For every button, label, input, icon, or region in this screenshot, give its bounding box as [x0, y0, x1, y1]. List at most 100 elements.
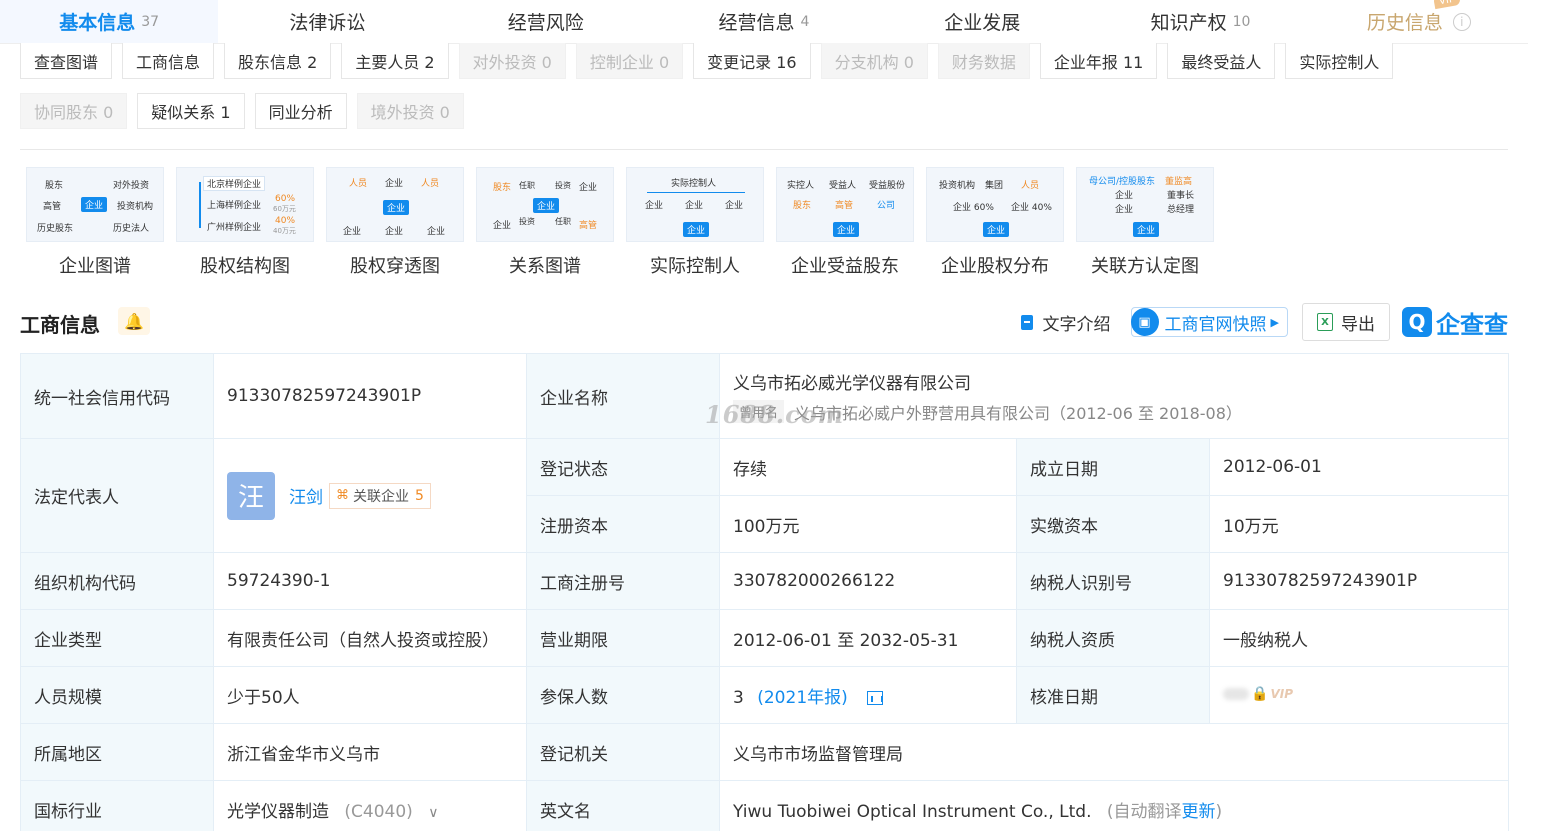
graph-card-controller[interactable]: 实际控制人 企业 企业 企业 企业 实际控制人 — [620, 167, 770, 278]
graph-card-relations[interactable]: 股东 任职 投资 企业 企业 投资 任职 企业 高管 关系图谱 — [470, 167, 620, 278]
text-intro-button[interactable]: 文字介绍 — [1020, 310, 1111, 335]
thumb-text: 投资机构 — [117, 202, 154, 212]
tab-basic-info[interactable]: 基本信息 37 — [0, 0, 219, 43]
info-icon[interactable]: i — [1452, 12, 1471, 31]
industry-value: 光学仪器制造 — [227, 801, 329, 822]
paid-capital-value: 10万元 — [1208, 495, 1510, 553]
graph-label: 股权穿透图 — [350, 256, 440, 277]
thumb-text: 企业 — [81, 197, 108, 212]
company-type-label: 企业类型 — [20, 609, 214, 667]
graph-label: 股权结构图 — [200, 256, 290, 277]
company-type-value: 有限责任公司（自然人投资或控股） — [213, 609, 527, 667]
tab-label: 经营风险 — [507, 12, 584, 34]
thumb-text: 股东 — [493, 183, 512, 193]
graph-label: 关联方认定图 — [1091, 256, 1199, 277]
graph-card-equity-structure[interactable]: 北京样例企业 上海样例企业 60% 60万元 广州样例企业 40% 40万元 股… — [170, 167, 320, 278]
tax-id-label: 纳税人识别号 — [1016, 552, 1210, 610]
thumb-text: 董监高 — [1165, 177, 1193, 187]
trend-chart-icon[interactable] — [867, 690, 884, 705]
paid-capital-label: 实缴资本 — [1016, 495, 1210, 553]
thumb-text: 企业 — [383, 200, 410, 215]
tab-history[interactable]: 历史信息 VIP i — [1310, 0, 1528, 43]
avatar[interactable]: 汪 — [227, 471, 275, 520]
thumb-text: 企业 — [579, 183, 598, 193]
thumb-text: 60% — [275, 194, 296, 204]
insured-cell: 3 (2021年报) — [719, 666, 1017, 724]
credit-code-label: 统一社会信用代码 — [20, 353, 214, 439]
thumb-text: 企业 — [833, 222, 860, 237]
snapshot-label: 工商官网快照 — [1164, 314, 1267, 335]
chip-investments: 对外投资 0 — [458, 43, 566, 79]
tab-label: 企业发展 — [944, 12, 1021, 34]
chip-branches: 分支机构 0 — [820, 43, 928, 79]
graph-card-beneficiary[interactable]: 实控人 受益人 受益股份 股东 高管 公司 企业 企业受益股东 — [770, 167, 920, 278]
chip-controller[interactable]: 实际控制人 — [1285, 43, 1394, 79]
graph-card-equity-distribution[interactable]: 投资机构 集团 人员 企业 60% 企业 40% 企业 企业股权分布 — [920, 167, 1070, 278]
vip-locked-value[interactable]: 🔒 VIP — [1223, 686, 1293, 702]
bell-icon[interactable]: 🔔 — [118, 307, 150, 335]
credit-code-value: 91330782597243901P — [213, 353, 527, 439]
tab-legal[interactable]: 法律诉讼 — [218, 0, 436, 43]
watermark: 1688.com — [705, 400, 845, 429]
tab-development[interactable]: 企业发展 — [873, 0, 1091, 43]
chip-peer-analysis[interactable]: 同业分析 — [254, 93, 347, 129]
chevron-down-icon[interactable]: ∨ — [428, 805, 438, 821]
vip-badge: VIP — [1432, 0, 1461, 10]
chip-business-info[interactable]: 工商信息 — [122, 43, 215, 79]
thumb-text: 40% — [275, 216, 296, 226]
thumb-text: 实控人 — [787, 181, 815, 191]
english-name: Yiwu Tuobiwei Optical Instrument Co., Lt… — [733, 801, 1092, 822]
chip-overseas: 境外投资 0 — [356, 93, 464, 129]
graph-card-related-party[interactable]: 母公司/控股股东 董监高 企业 董事长 企业 总经理 企业 关联方认定图 — [1070, 167, 1220, 278]
legal-rep-name-link[interactable]: 汪剑 — [289, 483, 323, 508]
chip-suspected-relations[interactable]: 疑似关系 1 — [137, 93, 245, 129]
thumb-text: 历史股东 — [37, 224, 74, 234]
thumb-text: 北京样例企业 — [203, 176, 266, 191]
graph-thumbnail: 投资机构 集团 人员 企业 60% 企业 40% 企业 — [926, 167, 1064, 242]
industry-cell: 光学仪器制造 (C4040) ∨ — [213, 780, 527, 831]
status-label: 登记状态 — [526, 438, 720, 496]
tab-ip[interactable]: 知识产权 10 — [1091, 0, 1309, 43]
document-icon — [1020, 314, 1033, 330]
english-name-label: 英文名 — [526, 780, 720, 831]
official-snapshot-button[interactable]: ▣ 工商官网快照 ▶ — [1130, 307, 1288, 337]
thumb-text: 实际控制人 — [671, 179, 717, 189]
thumb-text: 公司 — [877, 201, 896, 211]
tab-label: 历史信息 — [1366, 12, 1443, 34]
thumb-text: 投资 — [555, 181, 571, 190]
chip-key-personnel[interactable]: 主要人员 2 — [341, 43, 449, 79]
annual-report-link[interactable]: (2021年报) — [757, 688, 848, 708]
graph-label: 企业受益股东 — [791, 256, 899, 277]
graph-label: 企业图谱 — [59, 256, 131, 277]
section-actions: 文字介绍 ▣ 工商官网快照 ▶ X 导出 Q 企查查 — [1020, 303, 1508, 341]
industry-label: 国标行业 — [20, 780, 214, 831]
chip-annual-reports[interactable]: 企业年报 11 — [1039, 43, 1158, 79]
qcc-logo: Q 企查查 — [1402, 305, 1508, 340]
chip-shareholders[interactable]: 股东信息 2 — [224, 43, 332, 79]
thumb-text: 人员 — [421, 179, 440, 189]
graph-card-enterprise[interactable]: 股东 对外投资 高管 企业 投资机构 历史股东 历史法人 企业图谱 — [20, 167, 170, 278]
staff-size-label: 人员规模 — [20, 666, 214, 724]
thumb-text: 任职 — [519, 181, 535, 190]
tab-risk[interactable]: 经营风险 — [437, 0, 655, 43]
graph-thumbnail: 北京样例企业 上海样例企业 60% 60万元 广州样例企业 40% 40万元 — [176, 167, 314, 242]
thumb-text: 广州样例企业 — [207, 223, 262, 233]
chip-controlled: 控制企业 0 — [575, 43, 684, 79]
chip-changes[interactable]: 变更记录 16 — [693, 43, 811, 79]
former-name: 义乌市拓必威户外野营用具有限公司（2012-06 至 2018-08） — [794, 403, 1242, 423]
chip-beneficiary[interactable]: 最终受益人 — [1167, 43, 1276, 79]
tab-business[interactable]: 经营信息 4 — [655, 0, 873, 43]
note-close: ) — [1215, 801, 1223, 822]
thumb-text: 历史法人 — [113, 224, 150, 234]
related-companies-badge[interactable]: ⌘ 关联企业 5 — [329, 482, 431, 509]
export-button[interactable]: X 导出 — [1302, 303, 1390, 341]
thumb-text: 企业 — [685, 201, 704, 211]
update-link[interactable]: 更新 — [1182, 802, 1216, 822]
thumb-text: 总经理 — [1167, 205, 1195, 215]
chip-graph[interactable]: 查查图谱 — [20, 43, 113, 79]
thumb-text: 母公司/控股股东 — [1089, 177, 1156, 187]
business-term-value: 2012-06-01 至 2032-05-31 — [719, 609, 1017, 667]
graph-card-equity-penetration[interactable]: 人员 企业 人员 企业 企业 企业 企业 股权穿透图 — [320, 167, 470, 278]
tab-count: 10 — [1232, 13, 1251, 30]
graph-label: 实际控制人 — [650, 256, 740, 277]
